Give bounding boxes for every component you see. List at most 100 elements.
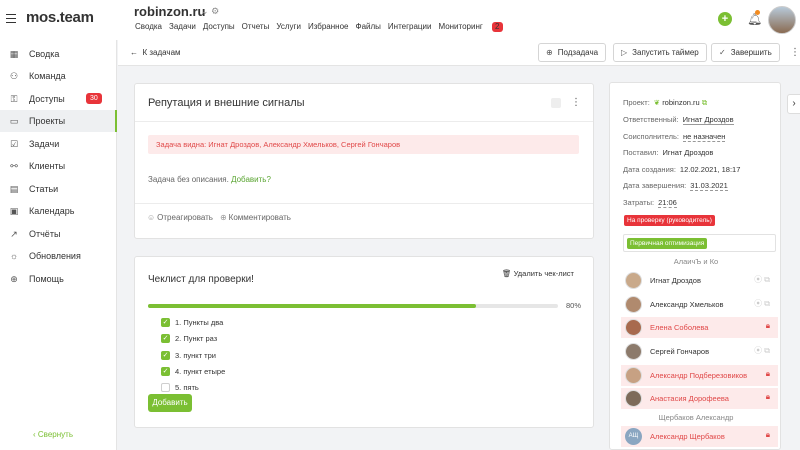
play-icon: ▷ — [621, 48, 628, 57]
more-menu-icon[interactable]: ⋮ — [790, 47, 800, 58]
add-button[interactable]: + — [718, 12, 732, 26]
project-tools: ⌄ ⚙ — [201, 6, 219, 17]
comment-button[interactable]: ⊕ Комментировать — [220, 213, 291, 222]
add-checklist-item-button[interactable]: Добавить — [148, 394, 192, 412]
gear-icon[interactable]: ⚙ — [211, 6, 219, 16]
responsible-label: Ответственный: — [623, 115, 679, 124]
checkbox-checked[interactable]: ✓ — [161, 318, 170, 327]
sidebar-item-summary[interactable]: ▦ Сводка — [0, 43, 117, 65]
coexec-value[interactable]: не назначен — [682, 132, 726, 142]
due-label: Дата завершения: — [623, 181, 687, 190]
team-member[interactable]: Анастасия Дорофеева 🔒︎ — [621, 388, 778, 409]
chevron-down-icon[interactable]: ⌄ — [201, 6, 209, 16]
checklist-item-text: 3. пункт три — [175, 351, 216, 360]
member-actions[interactable]: ⦿ ⧉ — [754, 345, 770, 356]
status-tag[interactable]: На проверку (руководитель) — [624, 215, 715, 226]
checklist-item[interactable]: ✓ 4. пункт етыре — [161, 366, 225, 377]
user-avatar[interactable] — [768, 6, 796, 34]
tab-favorites[interactable]: Избранное — [308, 22, 349, 32]
team-member[interactable]: АЩ Александр Щербаков 🔒︎ — [621, 426, 778, 447]
cost-value[interactable]: 21:06 — [658, 198, 677, 208]
reports-icon: ↗ — [10, 229, 18, 239]
tab-reports[interactable]: Отчеты — [242, 22, 270, 32]
checklist-item[interactable]: 5. пять — [161, 382, 199, 393]
react-label: Отреагировать — [157, 213, 213, 222]
sidebar-item-reports[interactable]: ↗ Отчёты — [0, 223, 117, 245]
lock-icon[interactable]: 🔒︎ — [766, 369, 770, 379]
sidebar-item-projects[interactable]: ▭ Проекты — [0, 110, 117, 132]
subtask-button[interactable]: ⊕ Подзадача — [538, 43, 607, 62]
external-link-icon[interactable]: ⧉ — [702, 98, 707, 107]
tab-files[interactable]: Файлы — [355, 22, 380, 32]
sidebar-item-tasks[interactable]: ☑ Задачи — [0, 133, 117, 155]
checklist-item[interactable]: ✓ 1. Пункты два — [161, 317, 223, 328]
member-actions[interactable]: ⦿ ⧉ — [754, 274, 770, 285]
tab-tasks[interactable]: Задачи — [169, 22, 196, 32]
task-title: Репутация и внешние сигналы — [148, 97, 305, 109]
member-name: Анастасия Дорофеева — [650, 394, 729, 403]
sidebar-item-team[interactable]: ⚇ Команда — [0, 65, 117, 87]
team-member[interactable]: Елена Соболева 🔒︎ — [621, 317, 778, 338]
sidebar-item-label: Проекты — [29, 116, 66, 126]
project-title[interactable]: robinzon.ru — [134, 4, 206, 19]
collapse-label: Свернуть — [37, 430, 73, 439]
project-row: Проект: ❦ robinzon.ru ⧉ — [623, 98, 707, 108]
sidebar-item-updates[interactable]: ☼ Обновления — [0, 245, 117, 267]
checklist-item[interactable]: ✓ 2. Пункт раз — [161, 333, 217, 344]
tab-summary[interactable]: Сводка — [135, 22, 162, 32]
clients-icon: ⚯ — [10, 161, 18, 171]
team-group-header: АлаичЪ и Ко — [673, 257, 719, 266]
task-more-icon[interactable]: ⋮ — [571, 97, 581, 108]
collapse-sidebar-link[interactable]: ‹ Свернуть — [33, 430, 73, 439]
sidebar-item-label: Клиенты — [29, 161, 66, 171]
task-details-panel: Проект: ❦ robinzon.ru ⧉ Ответственный: Игн… — [609, 82, 781, 450]
checkbox-checked[interactable]: ✓ — [161, 351, 170, 360]
project-value-text: robinzon.ru — [662, 98, 700, 107]
react-button[interactable]: ☺ Отреагировать — [147, 213, 213, 222]
folder-icon: ▭ — [9, 116, 19, 126]
complete-button[interactable]: ✓ Завершить — [711, 43, 780, 62]
project-value[interactable]: ❦ robinzon.ru ⧉ — [654, 98, 707, 107]
sidebar-item-help[interactable]: ⊕ Помощь — [0, 268, 117, 290]
team-member[interactable]: Александр Хмельков ⦿ ⧉ — [621, 294, 778, 315]
start-timer-button[interactable]: ▷ Запустить таймер — [613, 43, 707, 62]
checkbox-checked[interactable]: ✓ — [161, 334, 170, 343]
sidebar-item-label: Задачи — [29, 139, 60, 149]
tab-services[interactable]: Услуги — [276, 22, 301, 32]
lock-icon[interactable]: 🔒︎ — [766, 392, 770, 402]
lock-icon[interactable]: 🔒︎ — [766, 321, 770, 331]
sidebar-item-access[interactable]: ⚿ Доступы 30 — [0, 88, 117, 110]
back-to-tasks-link[interactable]: ← К задачам — [130, 48, 181, 57]
team-member[interactable]: Александр Подберезовиков 🔒︎ — [621, 365, 778, 386]
member-name: Александр Щербаков — [650, 432, 725, 441]
tab-access[interactable]: Доступы — [203, 22, 235, 32]
arrow-left-icon: ← — [130, 48, 138, 57]
sidebar-item-clients[interactable]: ⚯ Клиенты — [0, 155, 117, 177]
checkbox-unchecked[interactable] — [161, 383, 170, 392]
due-value[interactable]: 31.03.2021 — [690, 181, 728, 191]
top-bar: mos.team robinzon.ru ⌄ ⚙ Сводка Задачи Д… — [0, 0, 800, 40]
sidebar-item-label: Команда — [29, 71, 66, 81]
panel-collapse-chevron-icon[interactable]: › — [787, 94, 800, 114]
team-member[interactable]: Игнат Дроздов ⦿ ⧉ — [621, 270, 778, 291]
responsible-value[interactable]: Игнат Дроздов — [682, 115, 734, 125]
delete-checklist-button[interactable]: 🗑︎ Удалить чек-лист — [502, 269, 574, 278]
tab-integrations[interactable]: Интеграции — [388, 22, 432, 32]
add-description-link[interactable]: Добавить? — [231, 175, 271, 184]
member-name: Игнат Дроздов — [650, 276, 701, 285]
app-logo[interactable]: mos.team — [26, 9, 94, 26]
tags-field[interactable]: Первичная оптимизация — [623, 234, 776, 252]
team-member[interactable]: Сергей Гончаров ⦿ ⧉ — [621, 341, 778, 362]
tab-monitoring[interactable]: Мониторинг 2 — [438, 22, 509, 32]
checkbox-checked[interactable]: ✓ — [161, 367, 170, 376]
lock-icon[interactable]: 🔒︎ — [766, 430, 770, 440]
task-square-icon[interactable] — [551, 98, 561, 108]
member-actions[interactable]: ⦿ ⧉ — [754, 298, 770, 309]
checklist-title: Чеклист для проверки! — [148, 274, 254, 285]
checklist-item[interactable]: ✓ 3. пункт три — [161, 350, 216, 361]
comment-label: Комментировать — [228, 213, 291, 222]
menu-icon[interactable] — [6, 14, 16, 24]
sidebar-item-articles[interactable]: ▤ Статьи — [0, 178, 117, 200]
sidebar-item-calendar[interactable]: ▣ Календарь — [0, 200, 117, 222]
sidebar-item-label: Обновления — [29, 251, 81, 261]
